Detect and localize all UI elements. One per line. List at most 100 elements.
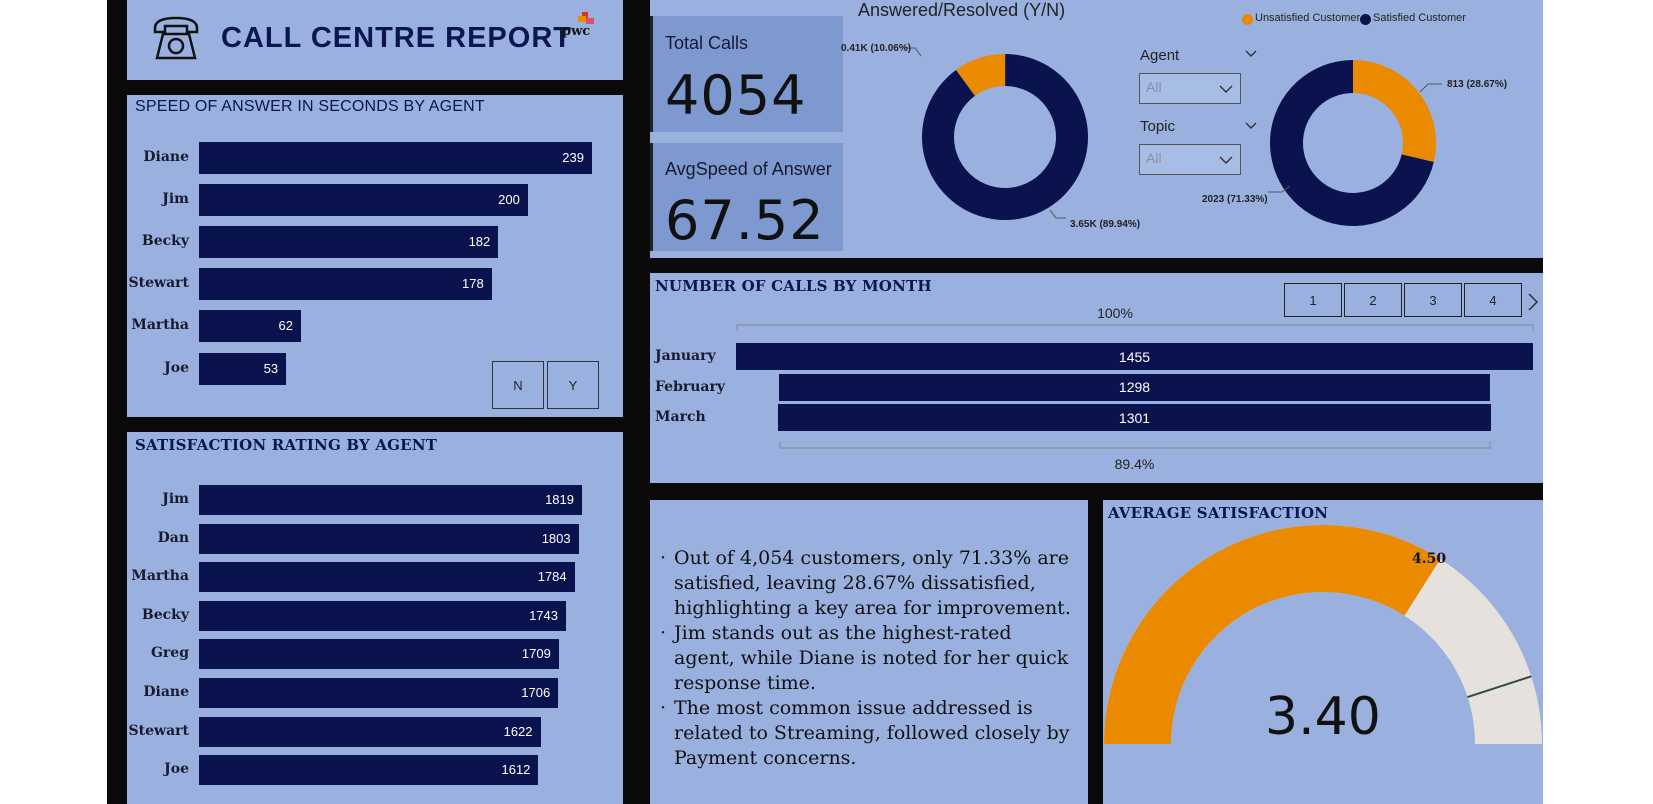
month-bar[interactable]: 1301 xyxy=(778,404,1491,431)
slicer-button-n[interactable]: N xyxy=(492,361,544,409)
insight-item: Jim stands out as the highest-rated agen… xyxy=(660,621,1078,696)
bar[interactable]: 178 xyxy=(199,268,492,301)
slicer-button-y[interactable]: Y xyxy=(547,361,599,409)
monthly-bottom-percent: 89.4% xyxy=(1114,456,1155,472)
legend-dot-unsatisfied xyxy=(1242,14,1253,25)
bar-value: 1622 xyxy=(503,723,533,739)
bar-label: Stewart xyxy=(128,275,189,292)
month-label: March xyxy=(655,409,706,425)
bar-label: Jim xyxy=(162,491,189,507)
bar-label: Martha xyxy=(131,317,189,334)
bar-label: Becky xyxy=(141,606,189,623)
overview-panel: Total Calls 4054 AvgSpeed of Answer 67.5… xyxy=(650,0,1543,258)
bar-label: Joe xyxy=(164,359,189,376)
chevron-down-icon xyxy=(1219,156,1233,164)
satisfaction-panel: SATISFACTION RATING BY AGENT Jim 1819 Dan 1… xyxy=(127,432,623,804)
bar-value: 1819 xyxy=(545,492,574,507)
answered-label-small: 0.41K (10.06%) xyxy=(841,43,912,54)
bar-value: 200 xyxy=(498,192,520,208)
legend-satisfied: Satisfied Customer xyxy=(1373,12,1466,24)
bar-label: Greg xyxy=(150,645,189,662)
month-bar[interactable]: 1298 xyxy=(778,373,1490,401)
gauge-panel: AVERAGE SATISFACTION 3.40 4.50 xyxy=(1103,500,1543,804)
bar[interactable]: 182 xyxy=(199,226,499,259)
customer-leader-satisfied xyxy=(1268,186,1291,193)
bar-value: 239 xyxy=(562,150,584,165)
bar[interactable]: 1706 xyxy=(199,678,559,708)
avg-speed-value: 67.52 xyxy=(665,189,825,252)
bar-label: Jim xyxy=(162,191,189,208)
bar-value: 178 xyxy=(461,276,484,292)
month-label: January xyxy=(655,348,716,364)
topic-filter-dropdown[interactable]: All xyxy=(1139,144,1241,175)
bar[interactable]: 62 xyxy=(199,310,301,343)
agent-filter-value: All xyxy=(1146,79,1162,95)
bar-value: 1784 xyxy=(537,569,567,585)
insight-item: Out of 4,054 customers, only 71.33% are … xyxy=(660,546,1078,621)
donut-slice-unsatisfied[interactable] xyxy=(1353,60,1436,162)
answered-chart-title: Answered/Resolved (Y/N) xyxy=(858,0,1066,20)
bar[interactable]: 239 xyxy=(199,142,592,174)
insights-panel: Out of 4,054 customers, only 71.33% are … xyxy=(650,500,1088,804)
bar-value: 1706 xyxy=(521,685,551,700)
month-bar[interactable]: 1455 xyxy=(736,343,1533,370)
speed-panel: SPEED OF ANSWER IN SECONDS BY AGENT Dian… xyxy=(127,95,623,417)
total-calls-card: Total Calls 4054 xyxy=(650,16,843,132)
chevron-down-icon[interactable] xyxy=(1244,121,1258,131)
bar-value: 53 xyxy=(263,360,279,376)
bar-label: Diane xyxy=(143,149,189,165)
monthly-top-bracket xyxy=(736,324,1534,331)
customer-leader-unsatisfied xyxy=(1420,83,1442,93)
legend-unsatisfied: Unsatisfied Customer xyxy=(1255,12,1361,24)
bar-label: Dan xyxy=(157,529,189,546)
bar-label: Martha xyxy=(131,568,189,585)
answered-label-large: 3.65K (89.94%) xyxy=(1070,219,1141,230)
bar-value: 1803 xyxy=(541,530,571,546)
insight-item: The most common issue addressed is relat… xyxy=(660,696,1078,771)
bar-label: Diane xyxy=(143,684,189,700)
bar[interactable]: 1784 xyxy=(199,562,575,593)
total-calls-value: 4054 xyxy=(665,64,807,127)
gauge-chart xyxy=(1104,525,1542,744)
bar-value: 1612 xyxy=(501,762,531,778)
month-label: February xyxy=(655,378,726,395)
answered-donut xyxy=(922,53,1088,220)
monthly-panel: NUMBER OF CALLS BY MONTH 1234 100% Janua… xyxy=(650,273,1543,483)
customer-label-satisfied: 2023 (71.33%) xyxy=(1202,194,1268,205)
bar[interactable]: 53 xyxy=(199,352,287,385)
topic-filter-value: All xyxy=(1146,150,1162,166)
satisfaction-chart-title: SATISFACTION RATING BY AGENT xyxy=(135,436,438,454)
bar[interactable]: 1803 xyxy=(199,523,579,554)
bar[interactable]: 1819 xyxy=(199,485,582,515)
bar-value: 62 xyxy=(278,318,293,334)
topic-filter-label: Topic xyxy=(1140,118,1176,135)
report-title: CALL CENTRE REPORT xyxy=(221,22,572,54)
chevron-down-icon[interactable] xyxy=(1244,49,1258,59)
bar-label: Joe xyxy=(164,761,189,778)
bar-value: 1709 xyxy=(521,646,551,662)
customer-label-unsatisfied: 813 (28.67%) xyxy=(1447,79,1508,90)
chevron-down-icon xyxy=(1219,85,1233,93)
agent-filter-label: Agent xyxy=(1140,47,1180,64)
dashboard-canvas: CALL CENTRE REPORT pwc SPEED OF ANSWER I… xyxy=(107,0,1543,804)
phone-icon xyxy=(153,16,199,60)
bar[interactable]: 1612 xyxy=(199,755,539,786)
gauge-target-label: 4.50 xyxy=(1412,551,1447,567)
total-calls-label: Total Calls xyxy=(665,33,749,53)
bar-value: 1743 xyxy=(529,607,558,623)
bar[interactable]: 200 xyxy=(199,184,528,217)
agent-filter-dropdown[interactable]: All xyxy=(1139,73,1241,104)
avg-speed-label: AvgSpeed of Answer xyxy=(665,159,832,179)
bar-label: Stewart xyxy=(128,722,189,739)
customer-donut xyxy=(1270,60,1436,227)
bar[interactable]: 1709 xyxy=(199,639,559,670)
speed-chart-title: SPEED OF ANSWER IN SECONDS BY AGENT xyxy=(135,98,485,115)
bar-label: Becky xyxy=(141,233,189,250)
insights-list: Out of 4,054 customers, only 71.33% are … xyxy=(660,546,1078,771)
monthly-bottom-bracket xyxy=(779,442,1491,449)
monthly-chart-title: NUMBER OF CALLS BY MONTH xyxy=(655,277,932,295)
bar[interactable]: 1743 xyxy=(199,600,566,631)
bar[interactable]: 1622 xyxy=(199,716,541,747)
pwc-logo-text: pwc xyxy=(562,24,591,39)
bar-value: 182 xyxy=(468,234,491,250)
